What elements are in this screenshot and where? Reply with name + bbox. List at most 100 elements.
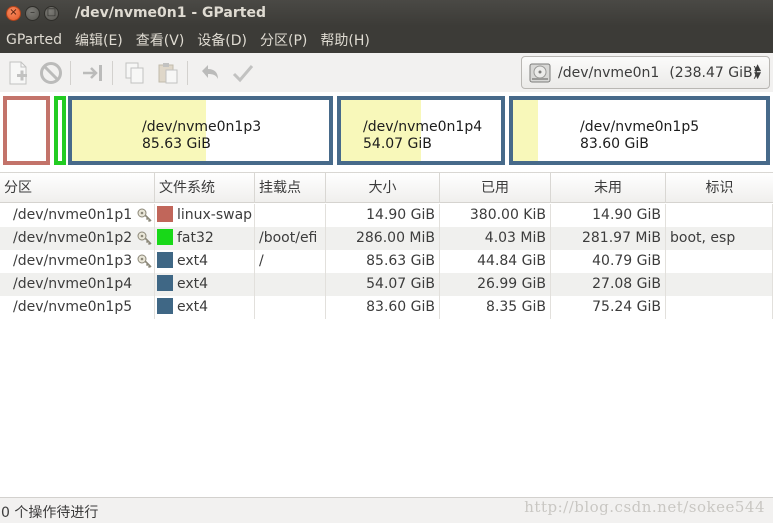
- table-row[interactable]: /dev/nvme0n1p5 ext4 83.60 GiB 8.35 GiB 75.24…: [0, 296, 773, 319]
- segment-name: /dev/nvme0n1p3: [142, 119, 262, 135]
- used-space-bar: [513, 100, 539, 161]
- column-header-flags[interactable]: 标识: [666, 173, 773, 203]
- filesystem-cell: ext4: [155, 296, 255, 319]
- segment-label: /dev/nvme0n1p4 54.07 GiB: [363, 119, 482, 153]
- delete-button[interactable]: [36, 58, 66, 88]
- apply-button[interactable]: [228, 58, 258, 88]
- partition-cell: /dev/nvme0n1p1: [0, 204, 155, 227]
- partition-table: 分区 文件系统 挂载点 大小 已用 未用 标识 /dev/nvme0n1p1 li…: [0, 172, 773, 497]
- flags-cell: [666, 204, 773, 227]
- flags-cell: [666, 296, 773, 319]
- filesystem-name: fat32: [177, 230, 214, 246]
- segment-name: /dev/nvme0n1p5: [580, 119, 700, 135]
- segment-label: /dev/nvme0n1p5 83.60 GiB: [580, 119, 699, 153]
- unused-cell: 14.90 GiB: [551, 204, 666, 227]
- used-cell: 26.99 GiB: [440, 273, 551, 296]
- filesystem-name: ext4: [177, 299, 209, 315]
- device-name: /dev/nvme0n1: [558, 64, 660, 81]
- menu-gparted[interactable]: GParted: [0, 32, 69, 48]
- key-icon: [137, 208, 152, 222]
- pending-operations-status: 0 个操作待进行: [1, 505, 99, 521]
- partition-graph: /dev/nvme0n1p3 85.63 GiB /dev/nvme0n1p4 …: [0, 92, 773, 172]
- minimize-window-button[interactable]: –: [25, 5, 40, 21]
- device-selector[interactable]: /dev/nvme0n1 (238.47 GiB) ▲ ▼: [521, 56, 770, 89]
- graph-segment-p2[interactable]: [54, 96, 66, 165]
- device-size: (238.47 GiB): [669, 64, 759, 81]
- filesystem-color-swatch: [157, 252, 173, 268]
- graph-segment-p3[interactable]: /dev/nvme0n1p3 85.63 GiB: [68, 96, 333, 165]
- toolbar: /dev/nvme0n1 (238.47 GiB) ▲ ▼: [0, 53, 773, 92]
- graph-segment-p4[interactable]: /dev/nvme0n1p4 54.07 GiB: [337, 96, 505, 165]
- column-header-size[interactable]: 大小: [326, 173, 440, 203]
- segment-label: /dev/nvme0n1p3 85.63 GiB: [142, 119, 261, 153]
- status-bar: 0 个操作待进行 http://blog.csdn.net/sokee544: [0, 497, 773, 523]
- size-cell: 85.63 GiB: [326, 250, 440, 273]
- filesystem-cell: linux-swap: [155, 204, 255, 227]
- size-cell: 14.90 GiB: [326, 204, 440, 227]
- mountpoint-cell: /boot/efi: [255, 227, 326, 250]
- filesystem-cell: ext4: [155, 273, 255, 296]
- undo-button[interactable]: [195, 58, 225, 88]
- window-title: /dev/nvme0n1 - GParted: [75, 5, 266, 21]
- partition-name: /dev/nvme0n1p3: [13, 253, 133, 269]
- table-row[interactable]: /dev/nvme0n1p4 ext4 54.07 GiB 26.99 GiB 27.0…: [0, 273, 773, 296]
- filesystem-name: ext4: [177, 276, 209, 292]
- partition-cell: /dev/nvme0n1p4: [0, 273, 155, 296]
- undo-icon: [202, 64, 218, 79]
- delete-icon: [40, 61, 62, 84]
- flags-cell: [666, 273, 773, 296]
- used-cell: 8.35 GiB: [440, 296, 551, 319]
- segment-size: 83.60 GiB: [580, 136, 649, 152]
- segment-name: /dev/nvme0n1p4: [363, 119, 483, 135]
- menu-partition[interactable]: 分区(P): [254, 30, 314, 50]
- menu-view[interactable]: 查看(V): [130, 30, 192, 50]
- graph-segment-p1[interactable]: [3, 96, 50, 165]
- menu-device[interactable]: 设备(D): [191, 30, 254, 50]
- unused-cell: 40.79 GiB: [551, 250, 666, 273]
- unused-cell: 281.97 MiB: [551, 227, 666, 250]
- column-header-partition[interactable]: 分区: [0, 173, 155, 203]
- menu-bar: GParted 编辑(E) 查看(V) 设备(D) 分区(P) 帮助(H): [0, 26, 773, 53]
- used-cell: 4.03 MiB: [440, 227, 551, 250]
- menu-help[interactable]: 帮助(H): [314, 30, 376, 50]
- column-header-filesystem[interactable]: 文件系统: [155, 173, 255, 203]
- key-icon: [137, 254, 152, 268]
- graph-segment-p5[interactable]: /dev/nvme0n1p5 83.60 GiB: [509, 96, 770, 165]
- used-cell: 44.84 GiB: [440, 250, 551, 273]
- filesystem-color-swatch: [157, 206, 173, 222]
- filesystem-color-swatch: [157, 229, 173, 245]
- flags-cell: boot, esp: [666, 227, 773, 250]
- column-header-used[interactable]: 已用: [440, 173, 551, 203]
- filesystem-color-swatch: [157, 298, 173, 314]
- watermark: http://blog.csdn.net/sokee544: [524, 498, 765, 516]
- partition-cell: /dev/nvme0n1p3: [0, 250, 155, 273]
- menu-edit[interactable]: 编辑(E): [69, 30, 130, 50]
- minimize-icon: –: [30, 7, 35, 18]
- partition-name: /dev/nvme0n1p1: [13, 207, 133, 223]
- unused-cell: 75.24 GiB: [551, 296, 666, 319]
- partition-cell: /dev/nvme0n1p5: [0, 296, 155, 319]
- mountpoint-cell: [255, 204, 326, 227]
- partition-name: /dev/nvme0n1p5: [13, 299, 133, 315]
- close-window-button[interactable]: ×: [6, 5, 21, 21]
- new-partition-icon: [9, 61, 27, 84]
- table-row[interactable]: /dev/nvme0n1p2 fat32/boot/efi 286.00 MiB 4.…: [0, 227, 773, 250]
- new-partition-button[interactable]: [3, 58, 33, 88]
- table-row[interactable]: /dev/nvme0n1p1 linux-swap 14.90 GiB 380.00 …: [0, 204, 773, 227]
- column-header-mountpoint[interactable]: 挂载点: [255, 173, 326, 203]
- resize-move-button[interactable]: [78, 58, 108, 88]
- partition-cell: /dev/nvme0n1p2: [0, 227, 155, 250]
- size-cell: 286.00 MiB: [326, 227, 440, 250]
- filesystem-cell: fat32: [155, 227, 255, 250]
- partition-name: /dev/nvme0n1p4: [13, 276, 133, 292]
- segment-size: 85.63 GiB: [142, 136, 211, 152]
- flags-cell: [666, 250, 773, 273]
- column-header-unused[interactable]: 未用: [551, 173, 666, 203]
- paste-button[interactable]: [153, 58, 183, 88]
- filesystem-name: ext4: [177, 253, 209, 269]
- key-icon: [137, 231, 152, 245]
- copy-button[interactable]: [120, 58, 150, 88]
- table-row[interactable]: /dev/nvme0n1p3 ext4 /85.63 GiB 44.84 GiB 40.…: [0, 250, 773, 273]
- mountpoint-cell: [255, 273, 326, 296]
- maximize-window-button[interactable]: □: [44, 5, 59, 21]
